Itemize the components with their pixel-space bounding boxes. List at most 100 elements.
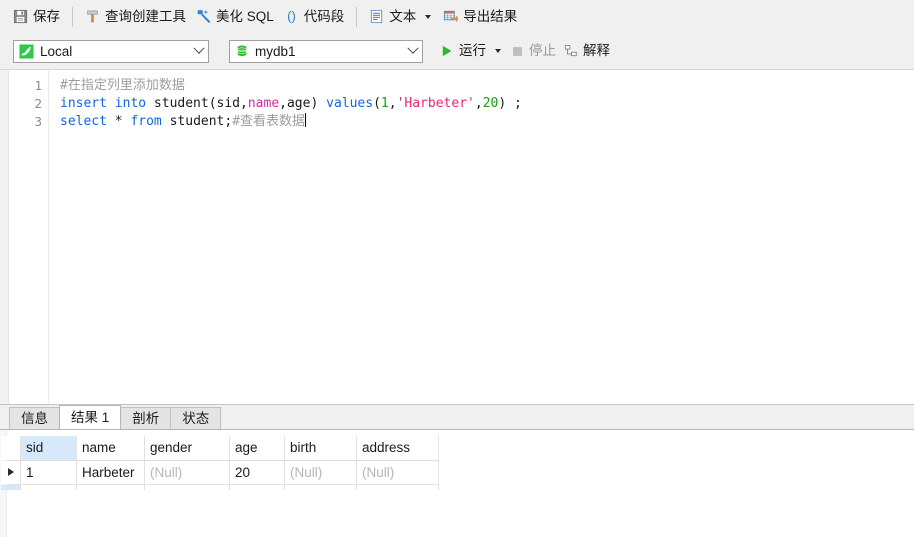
database-value: mydb1 [255,43,296,59]
new-row-cell-name[interactable] [76,483,145,490]
code-line: #在指定列里添加数据 [60,77,914,95]
code-line: select * from student;#查看表数据 [60,113,914,131]
text-caret [305,113,307,127]
code-token-kw: values [326,96,374,111]
grid-header-row: sid name gender age birth address [0,436,439,461]
new-row-cell-birth[interactable] [284,483,357,490]
row-marker-cell[interactable] [0,459,21,485]
chevron-down-icon[interactable] [425,14,432,19]
stop-icon [511,45,524,58]
explain-label: 解释 [583,43,610,59]
text-format-button[interactable]: 文本 [364,4,438,29]
database-icon [235,44,249,59]
editor-bookmark-margin[interactable] [0,70,9,404]
code-line: insert into student(sid,name,age) values… [60,95,914,113]
code-token-comment: #查看表数据 [232,114,306,129]
grid-column-header-name[interactable]: name [76,436,145,461]
export-result-label: 导出结果 [463,8,518,24]
grid-column-header-gender[interactable]: gender [144,436,230,461]
table-row[interactable]: 1 Harbeter (Null) 20 (Null) (Null) [0,459,439,485]
save-button[interactable]: 保存 [8,4,65,29]
run-label: 运行 [459,43,486,59]
result-tab[interactable]: 剖析 [120,407,172,429]
grid-cell-name[interactable]: Harbeter [76,459,145,485]
grid-column-header-age[interactable]: age [229,436,285,461]
result-tab[interactable]: 信息 [9,407,60,429]
grid-new-row[interactable] [0,483,439,490]
result-tabstrip: 信息 结果 1 剖析 状态 [0,405,914,429]
grid-cell-birth[interactable]: (Null) [284,459,357,485]
text-format-label: 文本 [389,8,417,24]
query-builder-label: 查询创建工具 [105,8,186,24]
code-token-plain: student(sid, [146,96,248,111]
toolbar-separator-1 [72,6,73,27]
text-icon [369,9,384,24]
grid-column-header-address[interactable]: address [356,436,439,461]
explain-icon [564,44,578,58]
connection-value: Local [40,43,73,59]
mysql-dolphin-icon [19,43,34,59]
code-token-id: name [247,96,280,111]
null-value: (Null) [150,464,183,480]
stop-button: 停止 [507,39,560,63]
new-row-cell-sid[interactable] [20,483,77,490]
beautify-icon [196,9,211,24]
code-token-plain: , [388,96,397,111]
grid-column-header-birth[interactable]: birth [284,436,357,461]
line-number: 2 [34,96,42,111]
line-number: 1 [34,78,42,93]
code-snippet-icon: () [284,9,299,24]
grid-cell-gender[interactable]: (Null) [144,459,230,485]
connection-dropdown-arrow[interactable] [190,42,208,55]
current-row-arrow-icon [7,468,14,476]
result-grid-host[interactable]: sid name gender age birth address 1 Harbeter (Nu… [0,429,914,537]
execution-controls: 运行 停止 解释 [436,39,614,63]
export-result-button[interactable]: 导出结果 [438,4,522,29]
result-tab[interactable]: 状态 [170,407,222,429]
sql-code-text[interactable]: #在指定列里添加数据 insert into student(sid,name,a… [49,70,914,404]
grid-cell-sid[interactable]: 1 [20,459,77,485]
beautify-sql-label: 美化 SQL [216,8,274,24]
code-token-kw: from [130,114,162,129]
grid-corner-cell[interactable] [0,436,21,461]
explain-button[interactable]: 解释 [560,39,614,63]
grid-column-header-sid[interactable]: sid [20,436,77,461]
sql-editor-window: 保存 查询创建工具 美化 SQL () 代码段 文本 导出结果 Local my… [0,0,914,537]
save-label: 保存 [33,8,60,24]
query-builder-button[interactable]: 查询创建工具 [80,4,191,29]
run-chevron-down-icon[interactable] [495,49,501,53]
grid-cell-age[interactable]: 20 [229,459,285,485]
result-grid[interactable]: sid name gender age birth address 1 Harbeter (Nu… [0,436,439,490]
sql-editor-area[interactable]: 1 2 3 #在指定列里添加数据 insert into student(sid,… [0,69,914,404]
code-token-kw: insert into [60,96,147,111]
svg-text:(): () [287,9,296,24]
new-row-cell-age[interactable] [229,483,285,490]
line-number: 3 [34,114,42,129]
connection-select[interactable]: Local [13,39,209,63]
new-row-marker-cell[interactable] [0,483,21,490]
stop-label: 停止 [529,43,556,59]
code-token-str: 'Harbeter' [396,96,475,111]
database-select[interactable]: mydb1 [229,39,423,63]
export-result-icon [443,9,459,24]
save-icon [13,9,28,24]
code-token-plain: student; [161,114,233,129]
result-panel: 信息 结果 1 剖析 状态 sid name gender age birth address 1… [0,404,914,537]
code-token-plain: , [474,96,483,111]
code-token-plain: ,age) [279,96,327,111]
new-row-cell-address[interactable] [356,483,439,490]
code-token-kw: select [60,114,107,129]
code-snippet-button[interactable]: () 代码段 [279,4,350,29]
code-snippet-label: 代码段 [303,8,345,24]
null-value: (Null) [290,464,323,480]
beautify-sql-button[interactable]: 美化 SQL [191,4,279,29]
database-dropdown-arrow[interactable] [404,42,422,55]
grid-cell-address[interactable]: (Null) [356,459,439,485]
result-tab[interactable]: 结果 1 [59,405,122,429]
main-toolbar: 保存 查询创建工具 美化 SQL () 代码段 文本 导出结果 [0,0,914,33]
code-token-plain: * [106,114,131,129]
code-token-num: 1 [380,96,389,111]
run-button[interactable]: 运行 [436,39,507,63]
new-row-cell-gender[interactable] [144,483,230,490]
query-builder-icon [85,9,100,24]
